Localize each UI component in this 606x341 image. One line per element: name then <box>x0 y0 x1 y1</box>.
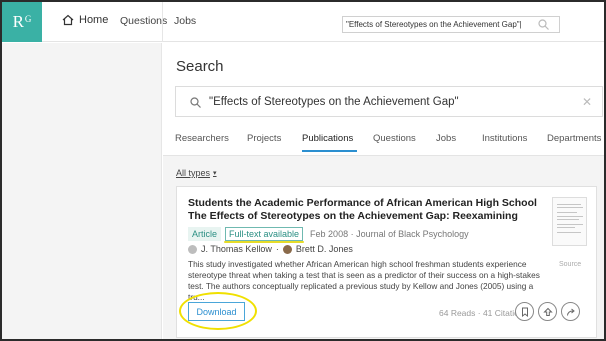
fulltext-badge: Full-text available <box>224 227 305 243</box>
author-separator: · <box>275 244 279 254</box>
tab-publications[interactable]: Publications <box>302 133 353 144</box>
publication-abstract: This study investigated whether African … <box>188 259 540 302</box>
search-tabs: Researchers Projects Publications Questi… <box>163 133 604 154</box>
thumbnail-line <box>557 207 583 208</box>
thumbnail-line <box>557 216 583 217</box>
search-icon[interactable] <box>538 19 549 30</box>
bookmark-icon <box>521 307 528 317</box>
publication-date-journal: Feb 2008 · Journal of Black Psychology <box>310 229 469 239</box>
type-badge: Article <box>188 227 222 241</box>
thumbnail-line <box>557 219 579 220</box>
page-title: Search <box>176 58 224 75</box>
share-button[interactable] <box>561 302 580 321</box>
results-panel: All types ▾ Students the Academic Perfor… <box>163 155 604 339</box>
tab-questions[interactable]: Questions <box>373 133 416 144</box>
top-navigation: RG Home Questions Jobs "Effects of Stere… <box>2 2 604 42</box>
thumbnail-line <box>557 232 581 233</box>
search-input[interactable]: "Effects of Stereotypes on the Achieveme… <box>175 86 603 117</box>
nav-home-link[interactable]: Home <box>62 14 108 26</box>
tab-jobs[interactable]: Jobs <box>436 133 456 144</box>
publication-thumbnail[interactable] <box>552 197 587 246</box>
active-tab-indicator <box>302 150 357 152</box>
tab-departments[interactable]: Departments <box>547 133 601 144</box>
author-link[interactable]: Brett D. Jones <box>296 244 353 254</box>
search-query: "Effects of Stereotypes on the Achieveme… <box>209 96 459 108</box>
author-list: J. Thomas Kellow · Brett D. Jones <box>188 244 353 254</box>
home-icon <box>62 14 74 26</box>
logo-superscript: G <box>24 14 32 24</box>
app-window: RG Home Questions Jobs "Effects of Stere… <box>0 0 606 341</box>
author-link[interactable]: J. Thomas Kellow <box>201 244 272 254</box>
bookmark-button[interactable] <box>515 302 534 321</box>
upvote-button[interactable] <box>538 302 557 321</box>
share-icon <box>566 308 575 316</box>
top-search-input[interactable]: "Effects of Stereotypes on the Achieveme… <box>342 16 560 33</box>
upvote-icon <box>542 307 553 316</box>
avatar <box>282 244 292 254</box>
thumbnail-line <box>557 224 583 225</box>
thumbnail-line <box>557 204 581 205</box>
thumbnail-line <box>557 212 577 213</box>
search-icon <box>190 97 201 108</box>
left-sidebar <box>2 43 162 339</box>
avatar <box>188 244 197 254</box>
search-header: Search "Effects of Stereotypes on the Ac… <box>163 43 604 154</box>
nav-home-label: Home <box>79 14 109 26</box>
tab-institutions[interactable]: Institutions <box>482 133 527 144</box>
publication-card: Students the Academic Performance of Afr… <box>176 186 597 338</box>
logo-letter: R <box>12 12 24 31</box>
publication-meta: Article Full-text available Feb 2008 · J… <box>188 227 469 243</box>
nav-jobs-link[interactable]: Jobs <box>174 15 196 27</box>
nav-questions-link[interactable]: Questions <box>120 15 167 27</box>
thumbnail-line <box>557 227 575 228</box>
tab-researchers[interactable]: Researchers <box>175 133 229 144</box>
chevron-down-icon: ▾ <box>213 170 217 177</box>
researchgate-logo[interactable]: RG <box>2 2 42 42</box>
download-button[interactable]: Download <box>188 302 245 321</box>
source-label[interactable]: Source <box>559 261 581 268</box>
tab-projects[interactable]: Projects <box>247 133 281 144</box>
publication-title[interactable]: Students the Academic Performance of Afr… <box>188 197 538 223</box>
type-filter-dropdown[interactable]: All types ▾ <box>176 168 217 178</box>
close-icon[interactable]: ✕ <box>582 95 592 109</box>
type-filter-label: All types <box>176 168 211 178</box>
nav-divider <box>162 2 163 42</box>
